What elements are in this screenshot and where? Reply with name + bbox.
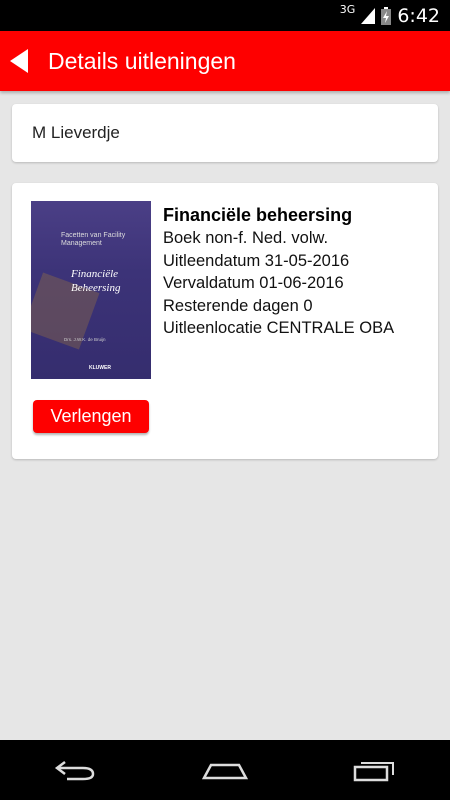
nav-back-button[interactable] bbox=[15, 740, 135, 800]
back-button[interactable] bbox=[0, 31, 48, 91]
navigation-bar bbox=[0, 740, 450, 800]
nav-recents-button[interactable] bbox=[315, 740, 435, 800]
user-name: M Lieverdje bbox=[32, 123, 120, 142]
book-cover-image: Facetten van Facility Management Financi… bbox=[31, 201, 151, 379]
renew-button[interactable]: Verlengen bbox=[33, 400, 149, 433]
remaining-days: Resterende dagen 0 bbox=[163, 296, 313, 315]
cover-publisher: KLUWER bbox=[89, 365, 111, 371]
nav-recents-icon bbox=[353, 762, 394, 782]
status-bar: 3G 6:42 bbox=[0, 0, 450, 31]
nav-home-button[interactable] bbox=[165, 740, 285, 800]
battery-icon bbox=[381, 6, 392, 25]
loan-location: Uitleenlocatie CENTRALE OBA bbox=[163, 319, 395, 337]
loan-details: Financiële beheersing Boek non-f. Ned. v… bbox=[163, 203, 394, 340]
loan-card: Facetten van Facility Management Financi… bbox=[12, 183, 438, 459]
signal-icon bbox=[361, 7, 376, 24]
app-bar: Details uitleningen bbox=[0, 31, 450, 91]
back-arrow-icon bbox=[10, 49, 28, 73]
cover-title: Financiële Beheersing bbox=[71, 268, 121, 294]
nav-home-icon bbox=[201, 763, 249, 780]
network-type: 3G bbox=[339, 3, 356, 16]
book-title: Financiële beheersing bbox=[163, 205, 353, 225]
cover-author: Drs. J.W.K. de Bruijn bbox=[64, 337, 106, 342]
book-type: Boek non-f. Ned. volw. bbox=[163, 229, 329, 247]
loan-date: Uitleendatum 31-05-2016 bbox=[163, 251, 350, 270]
user-card: M Lieverdje bbox=[12, 104, 438, 162]
nav-back-icon bbox=[54, 761, 95, 781]
clock: 6:42 bbox=[397, 4, 440, 27]
due-date: Vervaldatum 01-06-2016 bbox=[163, 274, 344, 292]
cover-series: Facetten van Facility Management bbox=[61, 232, 126, 247]
page-title: Details uitleningen bbox=[48, 47, 236, 74]
